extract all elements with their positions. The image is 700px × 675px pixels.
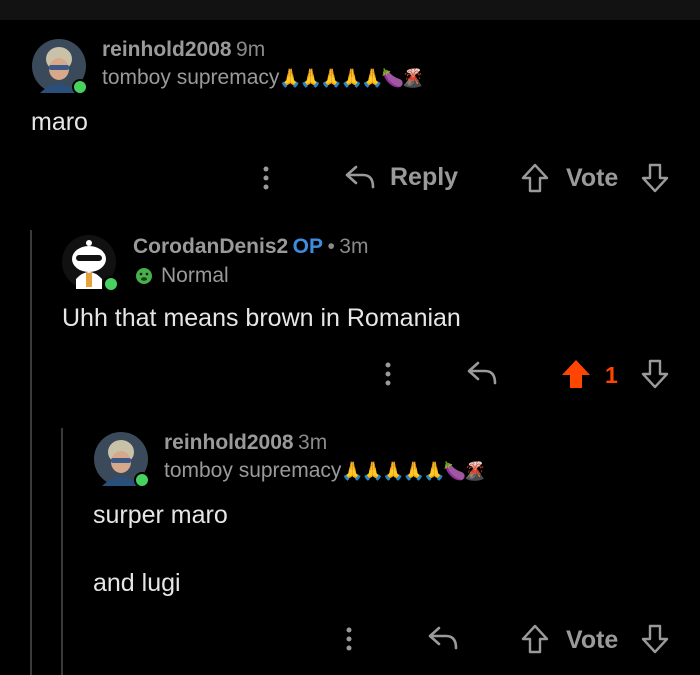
downvote-icon [641,359,669,389]
thread-line[interactable] [61,428,63,675]
more-options-icon[interactable] [380,360,396,388]
user-flair: Normal [135,264,229,288]
comment-body-line-2: and lugi [93,569,181,597]
reply-icon [467,361,497,385]
username[interactable]: CorodanDenis2 [133,235,288,258]
top-bar [0,0,700,20]
downvote-button[interactable] [640,162,670,194]
timestamp: 9m [236,38,266,61]
avatar[interactable] [94,432,150,488]
online-indicator [134,472,150,488]
op-badge: OP [292,235,323,258]
upvote-button[interactable] [520,623,550,655]
reply-icon [428,626,458,650]
downvote-button[interactable] [640,623,670,655]
flair-text: tomboy supremacy [164,459,342,482]
comment-header: reinhold2008 3m [164,431,327,455]
upvote-icon [562,360,590,388]
flair-emoji: 🙏🙏🙏🙏🙏🍆🌋 [341,461,486,481]
reply-icon [345,165,375,189]
more-options-icon[interactable] [258,164,274,192]
username[interactable]: reinhold2008 [102,38,232,61]
comment-header: reinhold2008 9m [102,38,265,62]
username[interactable]: reinhold2008 [164,431,294,454]
separator: • [327,235,335,258]
avatar[interactable] [62,235,119,292]
comment-body-line-1: surper maro [93,501,228,529]
flair-text: Normal [161,264,229,287]
flair-face-icon [136,268,152,284]
reply-button[interactable] [427,623,459,653]
comment-header: CorodanDenis2 OP • 3m [133,235,368,259]
comment-body: maro [31,108,88,136]
reply-label: Reply [390,162,459,191]
comment-body: Uhh that means brown in Romanian [62,304,461,332]
avatar[interactable] [32,39,88,95]
thread-line[interactable] [30,230,32,675]
vote-count: 1 [605,362,618,388]
more-options-icon[interactable] [341,625,357,653]
vote-label: Vote [566,164,619,192]
vote-label: Vote [566,626,619,654]
timestamp: 3m [339,235,369,258]
online-indicator [103,276,119,292]
user-flair: tomboy supremacy🙏🙏🙏🙏🙏🍆🌋 [164,459,486,483]
online-indicator [72,79,88,95]
downvote-button[interactable] [640,358,670,390]
downvote-icon [641,163,669,193]
user-flair: tomboy supremacy🙏🙏🙏🙏🙏🍆🌋 [102,66,424,90]
timestamp: 3m [298,431,328,454]
upvote-button[interactable] [520,162,550,194]
flair-emoji: 🙏🙏🙏🙏🙏🍆🌋 [279,68,424,88]
flair-text: tomboy supremacy [102,66,280,89]
downvote-icon [641,624,669,654]
upvote-icon [521,163,549,193]
upvote-icon [521,624,549,654]
reply-button[interactable]: Reply [344,162,458,192]
upvote-button-active[interactable] [560,358,592,390]
reply-button[interactable] [466,358,498,388]
